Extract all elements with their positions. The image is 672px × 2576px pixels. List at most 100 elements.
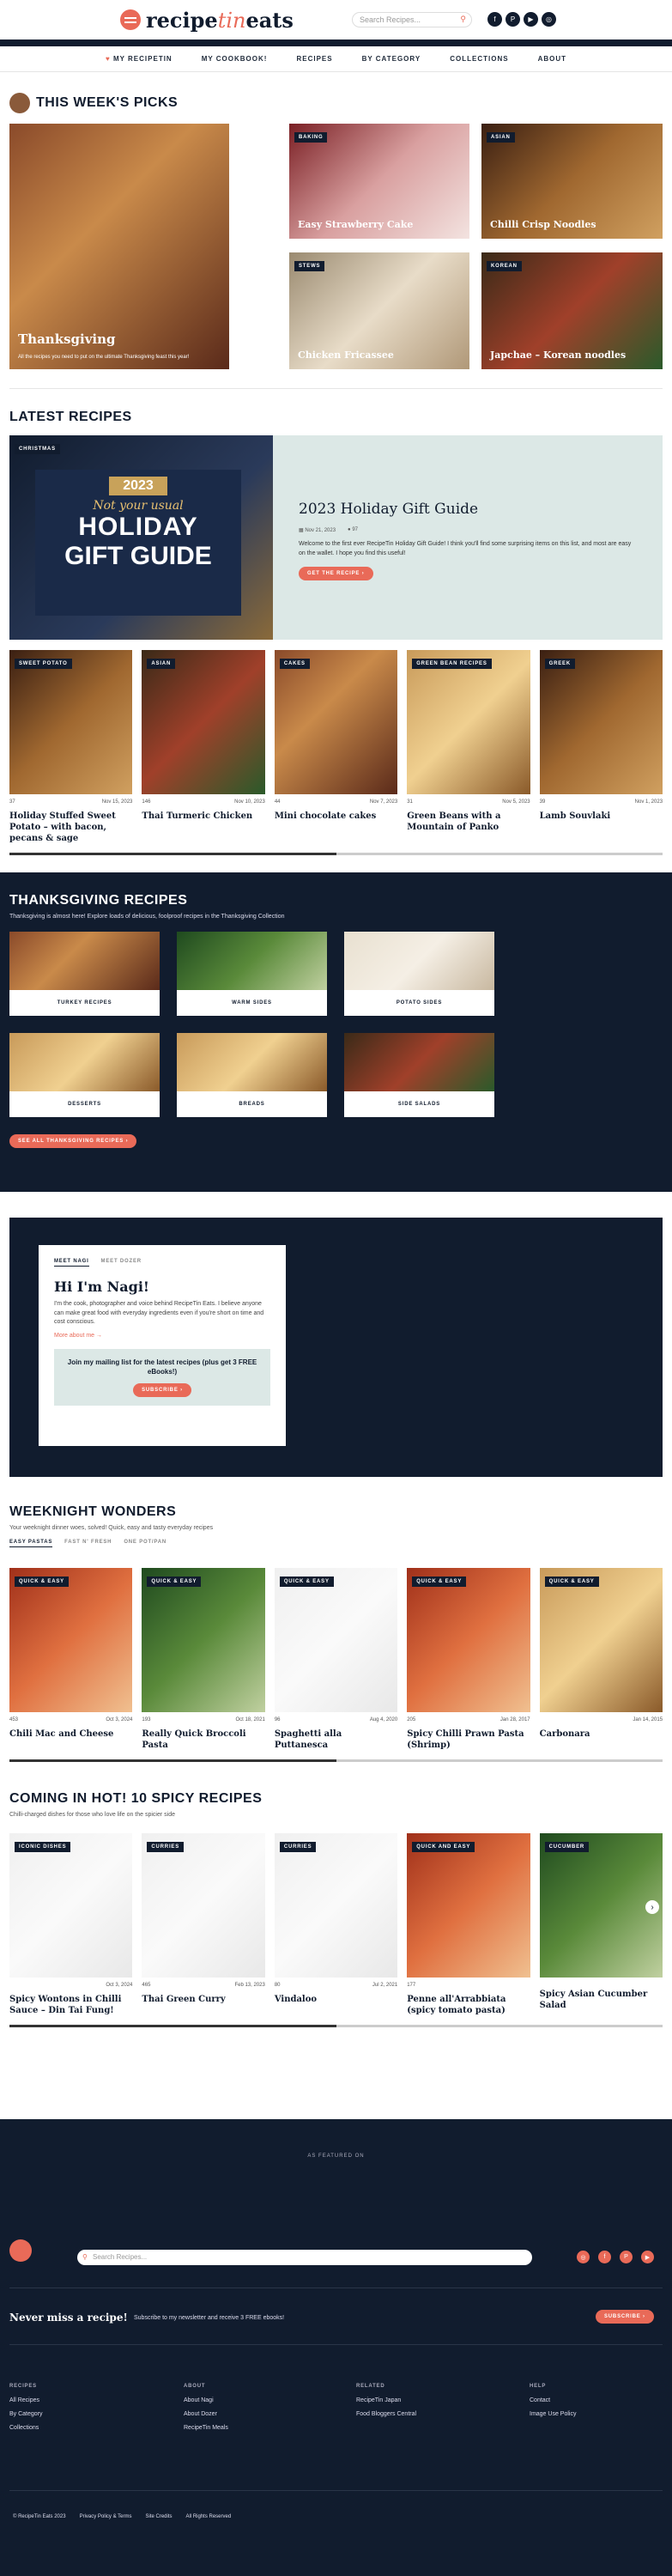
search-icon[interactable]: ⚲ bbox=[460, 15, 466, 24]
tab-fast-fresh[interactable]: FAST N' FRESH bbox=[64, 1540, 112, 1547]
recipe-card[interactable]: QUICK & EASY Jan 14, 2015 Carbonara bbox=[539, 1568, 663, 1751]
recipe-comments: 80 bbox=[274, 1983, 281, 1988]
tab-one-pot[interactable]: ONE POT/PAN bbox=[124, 1540, 166, 1547]
footer-link[interactable]: Collections bbox=[9, 2425, 184, 2431]
recipe-card[interactable]: CAKES 44 Nov 7, 2023 Mini chocolate cakes bbox=[274, 650, 398, 844]
carousel-next-icon[interactable]: › bbox=[645, 1900, 660, 1914]
pinterest-icon[interactable]: P bbox=[620, 2251, 633, 2263]
recipe-card[interactable]: QUICK & EASY 205 Jan 28, 2017 Spicy Chilli … bbox=[407, 1568, 530, 1751]
tab-easy-pastas[interactable]: EASY PASTAS bbox=[9, 1540, 53, 1547]
privacy-link[interactable]: Privacy Policy & Terms bbox=[80, 2514, 132, 2519]
recipe-title[interactable]: Thai Green Curry bbox=[142, 1994, 264, 2005]
nav-by-category[interactable]: BY CATEGORY bbox=[362, 55, 421, 63]
recipe-date: Oct 3, 2024 bbox=[106, 1717, 133, 1722]
pick-card[interactable]: BAKING Easy Strawberry Cake bbox=[289, 124, 469, 239]
recipe-comments: 31 bbox=[407, 799, 413, 805]
feature-title[interactable]: 2023 Holiday Gift Guide bbox=[299, 500, 637, 519]
recipe-tag: CURRIES bbox=[147, 1842, 185, 1852]
nav-my-recipetin[interactable]: ♥ MY RECIPETIN bbox=[106, 55, 173, 63]
facebook-icon[interactable]: f bbox=[598, 2251, 611, 2263]
recipe-card[interactable]: CURRIES 465 Feb 13, 2023 Thai Green Curry bbox=[142, 1833, 265, 2016]
recipe-card[interactable]: ICONIC DISHES Oct 3, 2024 Spicy Wontons in… bbox=[9, 1833, 133, 2016]
more-about-link[interactable]: More about me → bbox=[54, 1333, 270, 1339]
recipe-card[interactable]: ASIAN 146 Nov 10, 2023 Thai Turmeric Chicke… bbox=[142, 650, 265, 844]
recipe-comments: 177 bbox=[407, 1983, 416, 1988]
feature-image[interactable]: CHRISTMAS 2023 Not your usual HOLIDAY GI… bbox=[9, 435, 273, 640]
subscribe-button[interactable]: SUBSCRIBE › bbox=[133, 1382, 191, 1397]
logo[interactable]: recipetineats bbox=[120, 8, 294, 33]
footer-link[interactable]: Food Bloggers Central bbox=[356, 2411, 530, 2417]
recipe-card[interactable]: SWEET POTATO 37 Nov 15, 2023 Holiday Stuffe… bbox=[9, 650, 133, 844]
recipe-card[interactable]: CURRIES 80 Jul 2, 2021 Vindaloo bbox=[274, 1833, 398, 2016]
recipe-card[interactable]: GREEK 39 Nov 1, 2023 Lamb Souvlaki bbox=[539, 650, 663, 844]
latest-grid: SWEET POTATO 37 Nov 15, 2023 Holiday Stuffe… bbox=[9, 650, 663, 844]
tab-meet-dozer[interactable]: MEET DOZER bbox=[101, 1259, 142, 1267]
recipe-title[interactable]: Really Quick Broccoli Pasta bbox=[142, 1728, 264, 1751]
site-credits-link[interactable]: Site Credits bbox=[145, 2514, 172, 2519]
footer-link[interactable]: About Nagi bbox=[184, 2397, 356, 2403]
see-all-thanksgiving-button[interactable]: SEE ALL THANKSGIVING RECIPES › bbox=[9, 1134, 137, 1148]
footer-logo-icon[interactable] bbox=[9, 2239, 32, 2262]
recipe-title[interactable]: Carbonara bbox=[540, 1728, 663, 1740]
nav-my-cookbook[interactable]: MY COOKBOOK! bbox=[202, 55, 268, 63]
pinterest-icon[interactable]: P bbox=[506, 12, 520, 27]
recipe-title[interactable]: Holiday Stuffed Sweet Potato – with baco… bbox=[9, 811, 132, 844]
category-card[interactable]: POTATO SIDES bbox=[344, 932, 494, 1016]
footer-link[interactable]: Image Use Policy bbox=[530, 2411, 658, 2417]
recipe-date: Nov 10, 2023 bbox=[234, 799, 265, 805]
pick-card[interactable]: ASIAN Chilli Crisp Noodles bbox=[481, 124, 663, 239]
mailing-text: Join my mailing list for the latest reci… bbox=[67, 1358, 257, 1376]
recipe-card[interactable]: QUICK AND EASY 177 Penne all'Arrabbiata (s… bbox=[407, 1833, 530, 2016]
footer-link[interactable]: About Dozer bbox=[184, 2411, 356, 2417]
recipe-title[interactable]: Penne all'Arrabbiata (spicy tomato pasta… bbox=[407, 1994, 530, 2016]
tab-meet-nagi[interactable]: MEET NAGI bbox=[54, 1259, 89, 1267]
recipe-card[interactable]: QUICK & EASY 193 Oct 18, 2021 Really Quick … bbox=[142, 1568, 265, 1751]
spicy-scrollbar[interactable] bbox=[9, 2025, 663, 2027]
footer-search-input[interactable]: ⚲ Search Recipes... bbox=[77, 2250, 532, 2265]
footer-link[interactable]: RecipeTin Japan bbox=[356, 2397, 530, 2403]
youtube-icon[interactable]: ▶ bbox=[641, 2251, 654, 2263]
header-search-input[interactable]: Search Recipes... ⚲ bbox=[352, 12, 472, 27]
recipe-title[interactable]: Spicy Wontons in Chilli Sauce – Din Tai … bbox=[9, 1994, 132, 2016]
recipe-title[interactable]: Mini chocolate cakes bbox=[275, 811, 397, 822]
footer-col-help: HELP Contact Image Use Policy bbox=[530, 2384, 658, 2439]
recipe-title[interactable]: Chili Mac and Cheese bbox=[9, 1728, 132, 1740]
footer-link[interactable]: Contact bbox=[530, 2397, 658, 2403]
pick-hero[interactable]: Thanksgiving All the recipes you need to… bbox=[9, 124, 229, 369]
category-card[interactable]: WARM SIDES bbox=[177, 932, 327, 1016]
instagram-icon[interactable]: ◎ bbox=[577, 2251, 590, 2263]
recipe-title[interactable]: Spicy Asian Cucumber Salad bbox=[540, 1989, 663, 2011]
category-card[interactable]: BREADS bbox=[177, 1033, 327, 1117]
never-miss-heading: Never miss a recipe! bbox=[9, 2312, 128, 2324]
recipe-title[interactable]: Lamb Souvlaki bbox=[540, 811, 663, 822]
nav-recipes[interactable]: RECIPES bbox=[296, 55, 332, 63]
recipe-title[interactable]: Spicy Chilli Prawn Pasta (Shrimp) bbox=[407, 1728, 530, 1751]
category-card[interactable]: SIDE SALADS bbox=[344, 1033, 494, 1117]
chevron-right-icon: › bbox=[361, 571, 365, 577]
youtube-icon[interactable]: ▶ bbox=[524, 12, 538, 27]
weeknight-scrollbar[interactable] bbox=[9, 1759, 663, 1762]
footer-link[interactable]: All Recipes bbox=[9, 2397, 184, 2403]
facebook-icon[interactable]: f bbox=[487, 12, 502, 27]
footer-link[interactable]: RecipeTin Meals bbox=[184, 2425, 356, 2431]
recipe-title[interactable]: Vindaloo bbox=[275, 1994, 397, 2005]
feature-desc: Welcome to the first ever RecipeTin Holi… bbox=[299, 541, 632, 556]
instagram-icon[interactable]: ◎ bbox=[542, 12, 556, 27]
recipe-title[interactable]: Green Beans with a Mountain of Panko bbox=[407, 811, 530, 833]
recipe-card[interactable]: GREEN BEAN RECIPES 31 Nov 5, 2023 Green Bea… bbox=[407, 650, 530, 844]
pick-card[interactable]: STEWS Chicken Fricassee bbox=[289, 252, 469, 369]
recipe-card[interactable]: CUCUMBER Spicy Asian Cucumber Salad › bbox=[539, 1833, 663, 2016]
category-card[interactable]: TURKEY RECIPES bbox=[9, 932, 160, 1016]
nav-collections[interactable]: COLLECTIONS bbox=[450, 55, 508, 63]
latest-scrollbar[interactable] bbox=[9, 853, 663, 855]
recipe-title[interactable]: Thai Turmeric Chicken bbox=[142, 811, 264, 822]
get-recipe-button[interactable]: GET THE RECIPE › bbox=[299, 567, 373, 581]
footer-subscribe-button[interactable]: SUBSCRIBE › bbox=[596, 2310, 654, 2324]
nav-about[interactable]: ABOUT bbox=[538, 55, 566, 63]
footer-link[interactable]: By Category bbox=[9, 2411, 184, 2417]
recipe-card[interactable]: QUICK & EASY 453 Oct 3, 2024 Chili Mac and … bbox=[9, 1568, 133, 1751]
recipe-title[interactable]: Spaghetti alla Puttanesca bbox=[275, 1728, 397, 1751]
recipe-card[interactable]: QUICK & EASY 96 Aug 4, 2020 Spaghetti alla … bbox=[274, 1568, 398, 1751]
pick-card[interactable]: KOREAN Japchae – Korean noodles bbox=[481, 252, 663, 369]
category-card[interactable]: DESSERTS bbox=[9, 1033, 160, 1117]
